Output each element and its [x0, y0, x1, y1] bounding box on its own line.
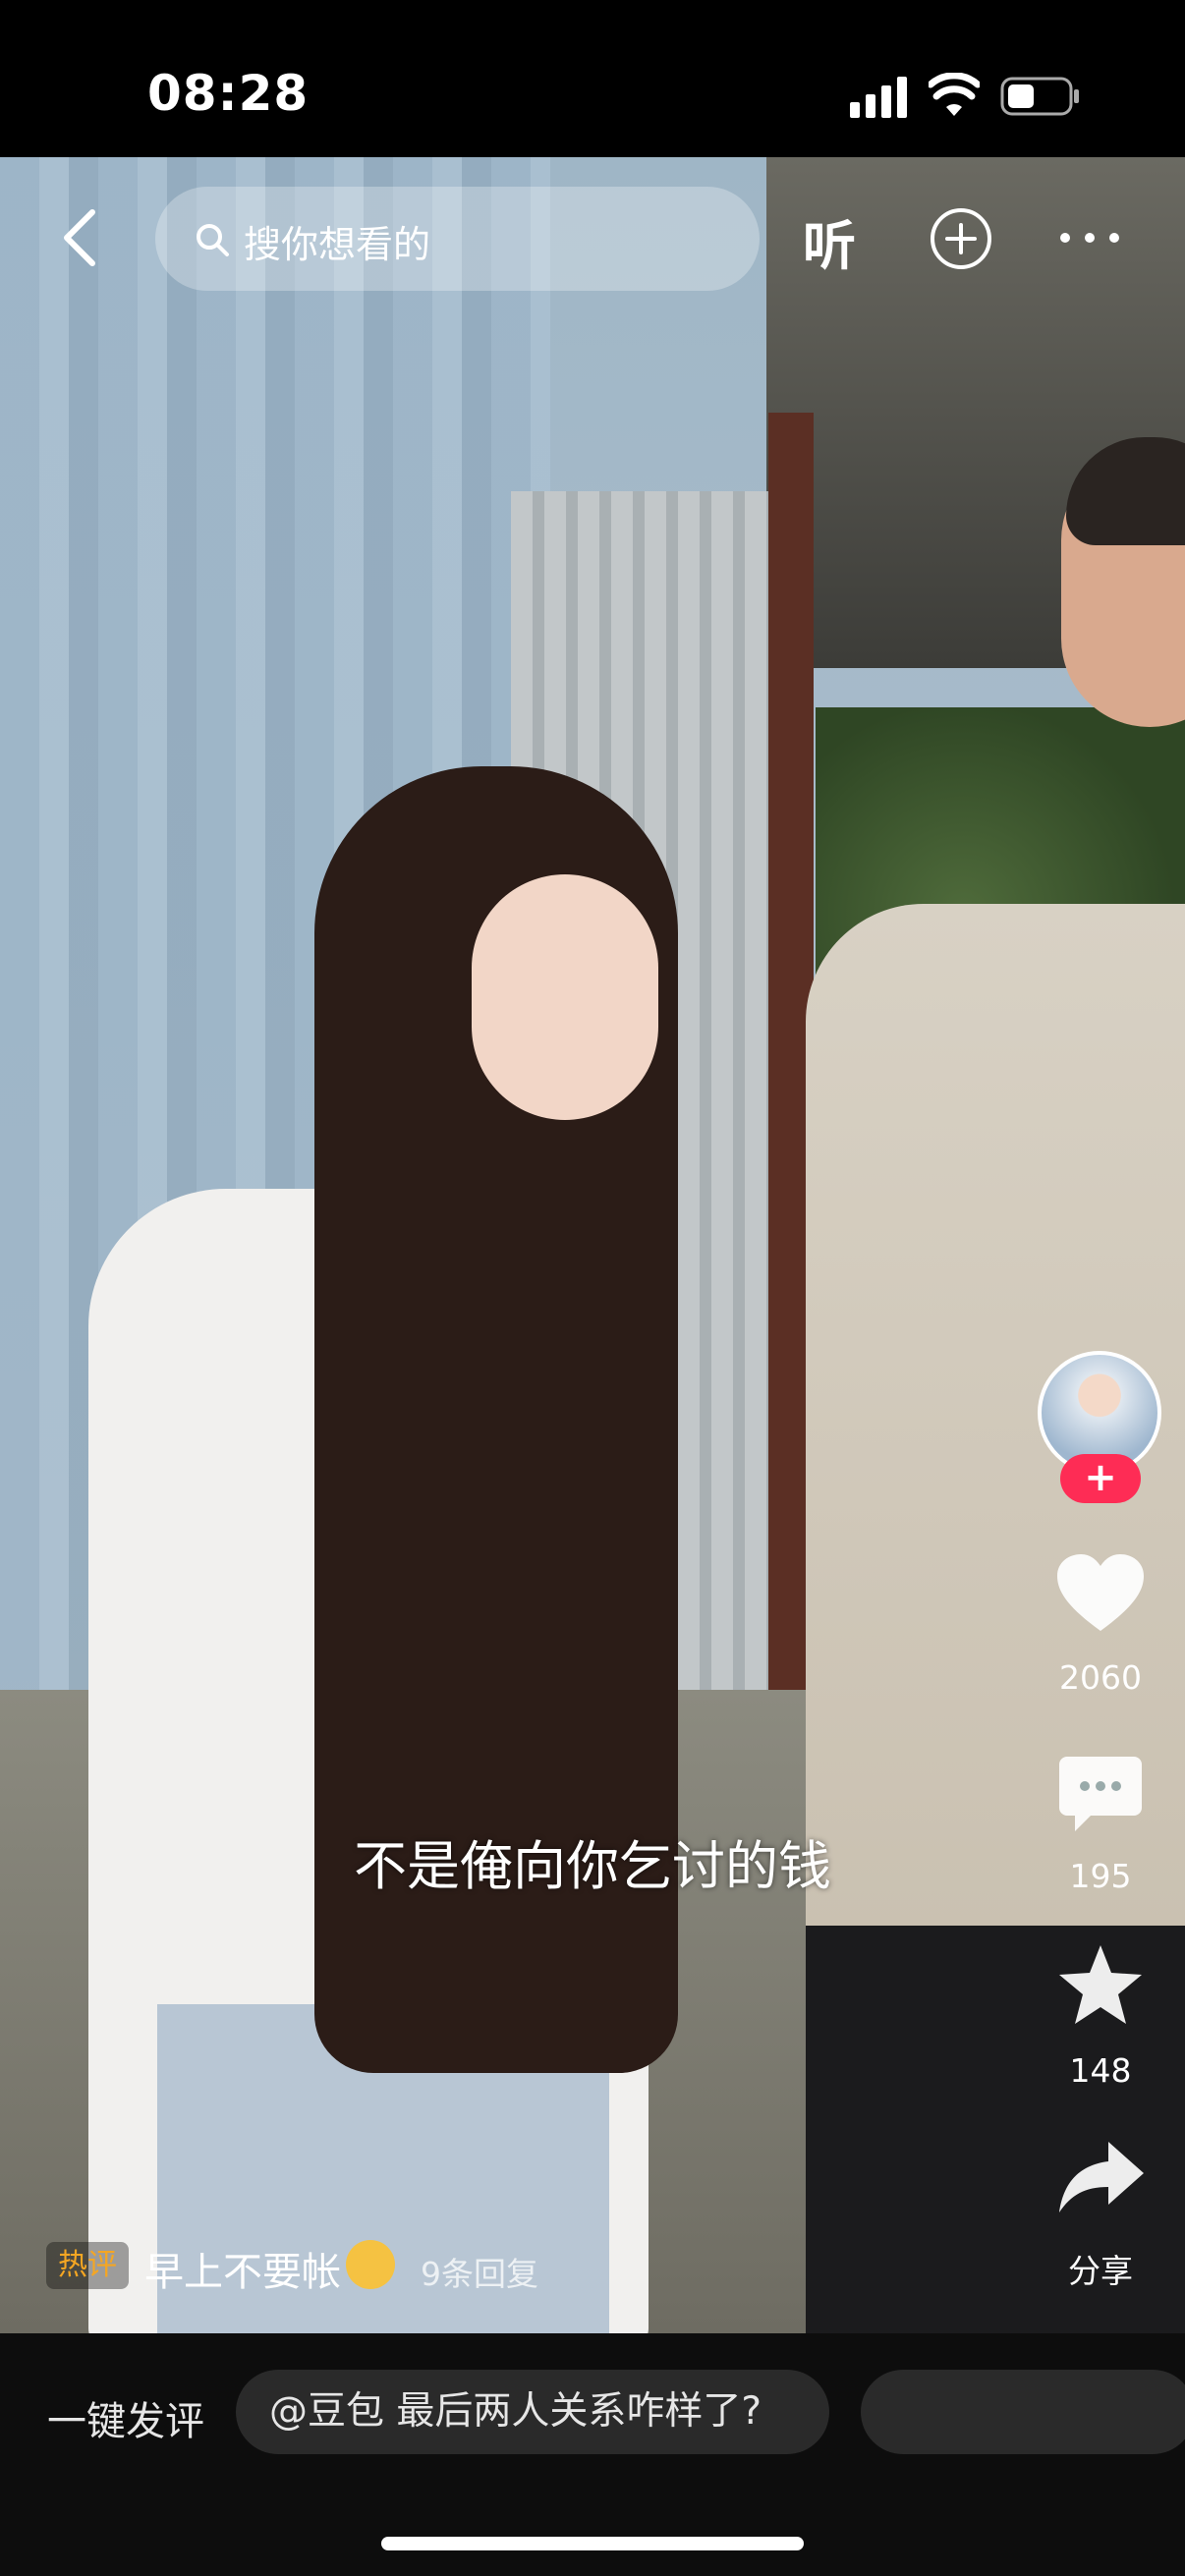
heart-icon[interactable]: [1055, 1552, 1146, 1635]
video-player[interactable]: [0, 157, 1185, 2333]
battery-icon: [1000, 77, 1079, 116]
video-subtitle: 不是俺向你乞讨的钱: [354, 1835, 831, 1897]
wifi-icon: [929, 73, 980, 116]
share-icon[interactable]: [1057, 2138, 1146, 2216]
like-count: 2060: [1059, 1658, 1142, 1697]
search-placeholder: 搜你想看的: [244, 223, 431, 266]
signal-bars-icon: [850, 77, 907, 118]
comment-icon[interactable]: [1057, 1755, 1144, 1833]
plus-circle-icon[interactable]: [929, 206, 993, 271]
follow-button[interactable]: +: [1060, 1454, 1141, 1503]
status-time: 08:28: [147, 65, 310, 122]
chevron-left-icon[interactable]: [59, 208, 98, 267]
listen-button[interactable]: 听: [803, 202, 856, 280]
quick-comment-label[interactable]: 一键发评: [47, 2389, 204, 2446]
hot-comment-text[interactable]: 早上不要帐: [144, 2240, 341, 2297]
more-icon[interactable]: [1057, 228, 1122, 248]
woman-face: [472, 874, 658, 1120]
share-label: 分享: [1068, 2252, 1133, 2290]
hot-comment-badge: 热评: [46, 2242, 129, 2289]
status-bar: 08:28: [0, 0, 1185, 157]
reply-count[interactable]: 9条回复: [421, 2248, 538, 2295]
star-icon[interactable]: [1055, 1941, 1146, 2028]
search-icon: [197, 224, 229, 256]
emoji-icon: [346, 2240, 395, 2289]
comment-suggestion-pill[interactable]: [861, 2370, 1185, 2454]
home-indicator: [381, 2537, 804, 2550]
search-bar[interactable]: 搜你想看的: [155, 187, 760, 291]
comment-suggestion-pill[interactable]: @豆包 最后两人关系咋样了?: [236, 2370, 829, 2454]
favorite-count: 148: [1069, 2051, 1132, 2090]
